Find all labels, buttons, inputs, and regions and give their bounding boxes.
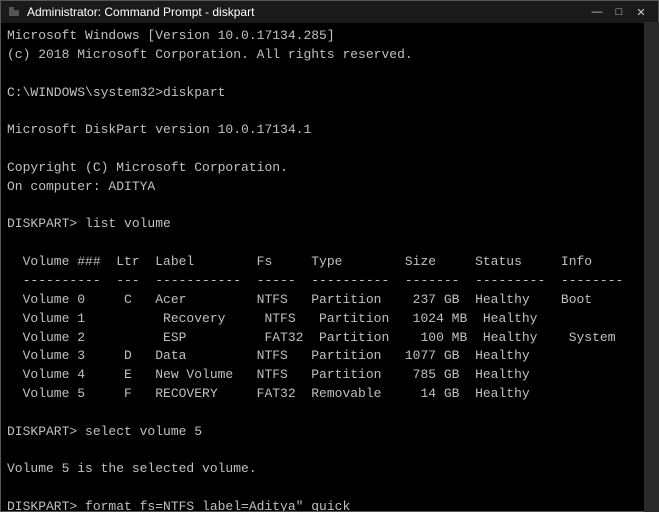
close-button[interactable]: ✕ (630, 1, 652, 23)
window-controls: — □ ✕ (586, 1, 652, 23)
title-bar-left: Administrator: Command Prompt - diskpart (7, 5, 254, 19)
title-bar: Administrator: Command Prompt - diskpart… (1, 1, 658, 23)
window-icon (7, 5, 21, 19)
minimize-button[interactable]: — (586, 1, 608, 23)
command-prompt-window: Administrator: Command Prompt - diskpart… (0, 0, 659, 512)
scrollbar[interactable] (644, 22, 659, 512)
maximize-button[interactable]: □ (608, 1, 630, 23)
window-title: Administrator: Command Prompt - diskpart (27, 5, 254, 19)
terminal-content[interactable]: Microsoft Windows [Version 10.0.17134.28… (1, 23, 658, 511)
